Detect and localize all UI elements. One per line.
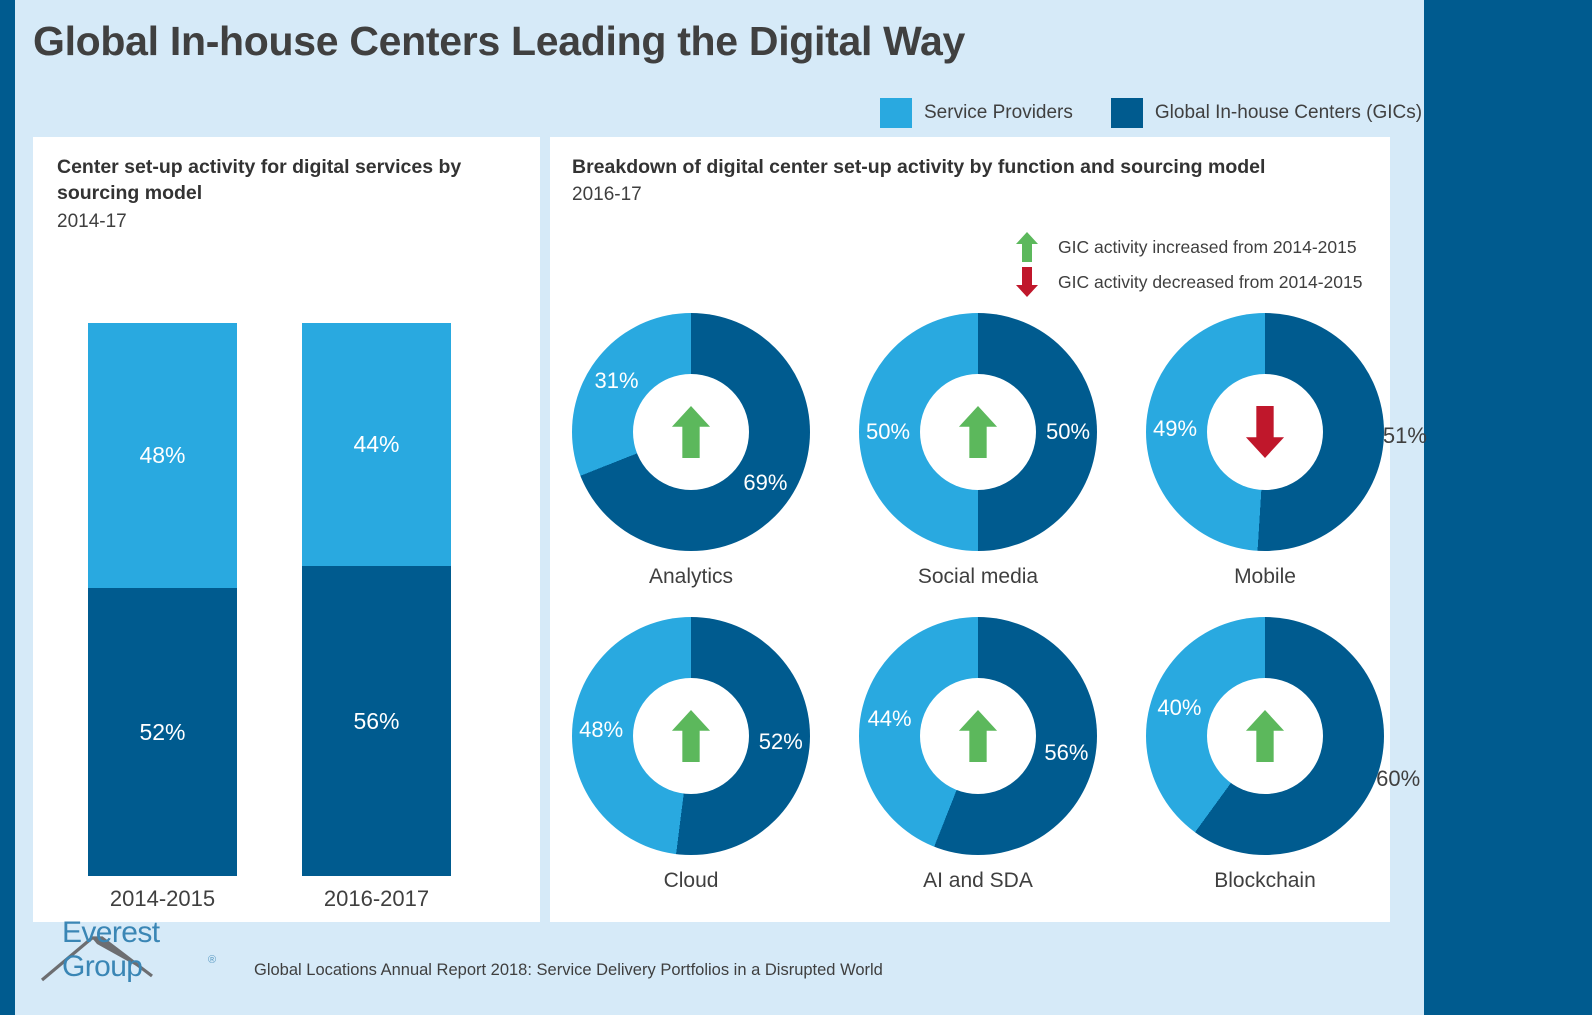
slide-canvas: Global In-house Centers Leading the Digi… xyxy=(0,0,1592,1015)
bar-value-label: 56% xyxy=(353,707,400,734)
bar-segment-gics: 52% xyxy=(88,588,237,876)
bar-segment-gics: 56% xyxy=(302,566,451,876)
arrow-down-icon xyxy=(1010,267,1044,297)
trend-legend-row-decrease: GIC activity decreased from 2014-2015 xyxy=(1010,266,1362,298)
donut-value-gics: 51% xyxy=(1382,423,1427,449)
donut-ring: 69% 31% xyxy=(572,313,810,551)
arrow-up-icon xyxy=(671,406,711,458)
left-accent-band xyxy=(0,0,15,1015)
bar-segment-service-providers: 44% xyxy=(302,323,451,566)
donut-category-label: Cloud xyxy=(663,869,719,892)
donut-value-service-providers: 31% xyxy=(594,368,639,394)
arrow-down-icon xyxy=(1245,406,1285,458)
legend-item-service-providers: Service Providers xyxy=(880,98,1073,128)
donut-ring: 52% 48% xyxy=(572,617,810,855)
bar-value-label: 52% xyxy=(139,718,186,745)
right-chart-card: Breakdown of digital center set-up activ… xyxy=(550,137,1427,922)
donut-value-service-providers: 49% xyxy=(1153,416,1198,442)
donut-chart: 51% 49% Mobile xyxy=(1146,313,1427,589)
legend-label: Global In-house Centers (GICs) xyxy=(1154,102,1423,123)
arrow-up-icon xyxy=(958,406,998,458)
right-card-subtitle: 2016-17 xyxy=(572,184,642,206)
donut-chart: 52% 48% Cloud xyxy=(572,617,810,893)
donut-ring: 56% 44% xyxy=(859,617,1097,855)
bar-group: 48% 52% 2014-2015 xyxy=(88,323,237,912)
donut-value-gics: 50% xyxy=(1045,419,1091,444)
left-card-subtitle: 2014-17 xyxy=(57,210,127,232)
donut-chart: 56% 44% AI and SDA xyxy=(859,617,1097,893)
donut-center xyxy=(920,374,1036,490)
trend-legend-label: GIC activity increased from 2014-2015 xyxy=(1058,236,1357,257)
legend-item-gics: Global In-house Centers (GICs) xyxy=(1110,98,1423,128)
donut-category-label: AI and SDA xyxy=(923,869,1033,892)
donut-value-service-providers: 48% xyxy=(579,717,624,743)
donut-chart: 60% 40% Blockchain xyxy=(1146,617,1420,893)
donut-category-label: Social media xyxy=(917,565,1039,588)
donut-center xyxy=(633,678,749,794)
logo-trademark: ® xyxy=(208,954,217,966)
donut-category-label: Analytics xyxy=(648,565,734,588)
donut-ring: 50% 50% xyxy=(859,313,1097,551)
arrow-up-icon xyxy=(1010,232,1044,262)
trend-legend-row-increase: GIC activity increased from 2014-2015 xyxy=(1010,231,1362,263)
arrow-up-icon xyxy=(1245,710,1285,762)
legend-swatch-icon xyxy=(880,98,912,128)
donut-center xyxy=(920,678,1036,794)
donut-chart: 69% 31% Analytics xyxy=(572,313,810,589)
page-title: Global In-house Centers Leading the Digi… xyxy=(33,18,966,64)
footer-caption: Global Locations Annual Report 2018: Ser… xyxy=(254,961,883,979)
right-accent-band xyxy=(1424,0,1592,1015)
donut-category-label: Mobile xyxy=(1234,565,1296,588)
bar-group: 44% 56% 2016-2017 xyxy=(302,323,451,912)
footer: Everest Group ® Global Locations Annual … xyxy=(40,916,883,983)
legend-swatch-icon xyxy=(1110,98,1143,128)
bar-segment-service-providers: 48% xyxy=(88,323,237,588)
donut-value-service-providers: 44% xyxy=(867,706,912,732)
bar-value-label: 48% xyxy=(139,442,186,468)
donut-category-label: Blockchain xyxy=(1214,869,1316,892)
bar-category-label: 2016-2017 xyxy=(323,886,430,911)
donut-ring: 51% 49% xyxy=(1146,313,1427,551)
donut-value-service-providers: 40% xyxy=(1157,695,1202,721)
left-card-header: Center set-up activity for digital servi… xyxy=(57,154,527,234)
left-chart-card: Center set-up activity for digital servi… xyxy=(33,137,540,922)
bar-category-label: 2014-2015 xyxy=(109,886,216,911)
donut-chart: 50% 50% Social media xyxy=(859,313,1097,589)
chart-legend: Service Providers Global In-house Center… xyxy=(880,98,1422,128)
arrow-up-icon xyxy=(671,710,711,762)
donut-center xyxy=(633,374,749,490)
right-card-header: Breakdown of digital center set-up activ… xyxy=(572,154,1372,208)
left-card-title: Center set-up activity for digital servi… xyxy=(57,156,462,205)
donut-value-gics: 60% xyxy=(1376,766,1421,792)
right-card-title: Breakdown of digital center set-up activ… xyxy=(572,156,1266,178)
everest-group-logo: Everest Group ® xyxy=(40,916,220,983)
right-light-band xyxy=(1404,0,1424,1015)
donut-ring: 60% 40% xyxy=(1146,617,1420,855)
bar-value-label: 44% xyxy=(353,431,400,457)
trend-legend: GIC activity increased from 2014-2015 GI… xyxy=(1010,231,1362,301)
donut-center xyxy=(1207,678,1323,794)
arrow-up-icon xyxy=(958,710,998,762)
donut-value-gics: 69% xyxy=(743,469,788,495)
donut-value-gics: 52% xyxy=(758,728,803,754)
legend-label: Service Providers xyxy=(924,102,1073,123)
donut-center xyxy=(1207,374,1323,490)
donut-value-gics: 56% xyxy=(1044,739,1089,765)
donut-value-service-providers: 50% xyxy=(865,419,911,444)
logo-wordmark: Everest Group xyxy=(62,916,160,983)
trend-legend-label: GIC activity decreased from 2014-2015 xyxy=(1058,271,1363,292)
